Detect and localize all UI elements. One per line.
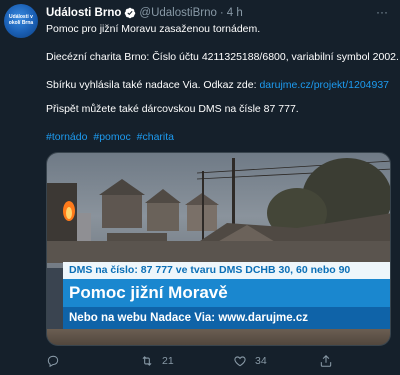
donation-link[interactable]: darujme.cz/projekt/1204937 — [259, 79, 389, 91]
hashtags: #tornádo #pomoc #charita — [46, 130, 391, 144]
tweet-media-image[interactable]: DMS na číslo: 87 777 ve tvaru DMS DCHB 3… — [46, 152, 391, 346]
reply-icon — [47, 355, 59, 368]
tweet-text-line-1: Pomoc pro jižní Moravu zasaženou tornáde… — [46, 23, 261, 35]
like-icon — [234, 356, 246, 367]
tweet-text-line-3: Sbírku vyhlásila také nadace Via. Odkaz … — [46, 78, 391, 92]
help-banner-title: Pomoc jižní Moravě — [63, 279, 390, 307]
retweet-icon — [142, 356, 152, 366]
tweet-time[interactable]: 4 h — [227, 5, 243, 21]
retweet-button[interactable]: 21 — [140, 352, 174, 370]
tweet-actions: 21 34 — [46, 352, 391, 370]
media-ground — [47, 329, 390, 345]
tweet-header: Události Brno @UdalostiBrno · 4 h — [46, 5, 243, 21]
tweet-text-line-3-prefix: Sbírku vyhlásila také nadace Via. Odkaz … — [46, 79, 260, 91]
avatar[interactable]: Události v okolí Brna — [4, 4, 38, 38]
hashtag-charita[interactable]: #charita — [137, 131, 174, 143]
tweet[interactable]: Události v okolí Brna Události Brno @Uda… — [0, 0, 400, 375]
like-count: 34 — [255, 355, 267, 367]
verified-badge-icon — [125, 7, 136, 19]
hashtag-tornado[interactable]: #tornádo — [46, 131, 87, 143]
retweet-count: 21 — [162, 355, 174, 367]
author-handle[interactable]: @UdalostiBrno — [139, 5, 217, 21]
tweet-text-line-2: Diecézní charita Brno: Číslo účtu 421132… — [46, 51, 399, 63]
more-icon[interactable]: ··· — [374, 6, 390, 18]
reply-button[interactable] — [46, 352, 68, 370]
author-name[interactable]: Události Brno — [46, 5, 121, 21]
dms-banner: DMS na číslo: 87 777 ve tvaru DMS DCHB 3… — [63, 262, 390, 279]
share-icon — [320, 355, 332, 367]
like-button[interactable]: 34 — [233, 352, 267, 370]
tweet-text-line-4: Přispět můžete také dárcovskou DMS na čí… — [46, 103, 299, 115]
web-banner: Nebo na webu Nadace Via: www.darujme.cz — [63, 307, 390, 329]
separator-dot: · — [219, 7, 224, 19]
share-button[interactable] — [319, 352, 333, 370]
hashtag-pomoc[interactable]: #pomoc — [93, 131, 130, 143]
avatar-logo-text: Události v okolí Brna — [8, 14, 34, 26]
